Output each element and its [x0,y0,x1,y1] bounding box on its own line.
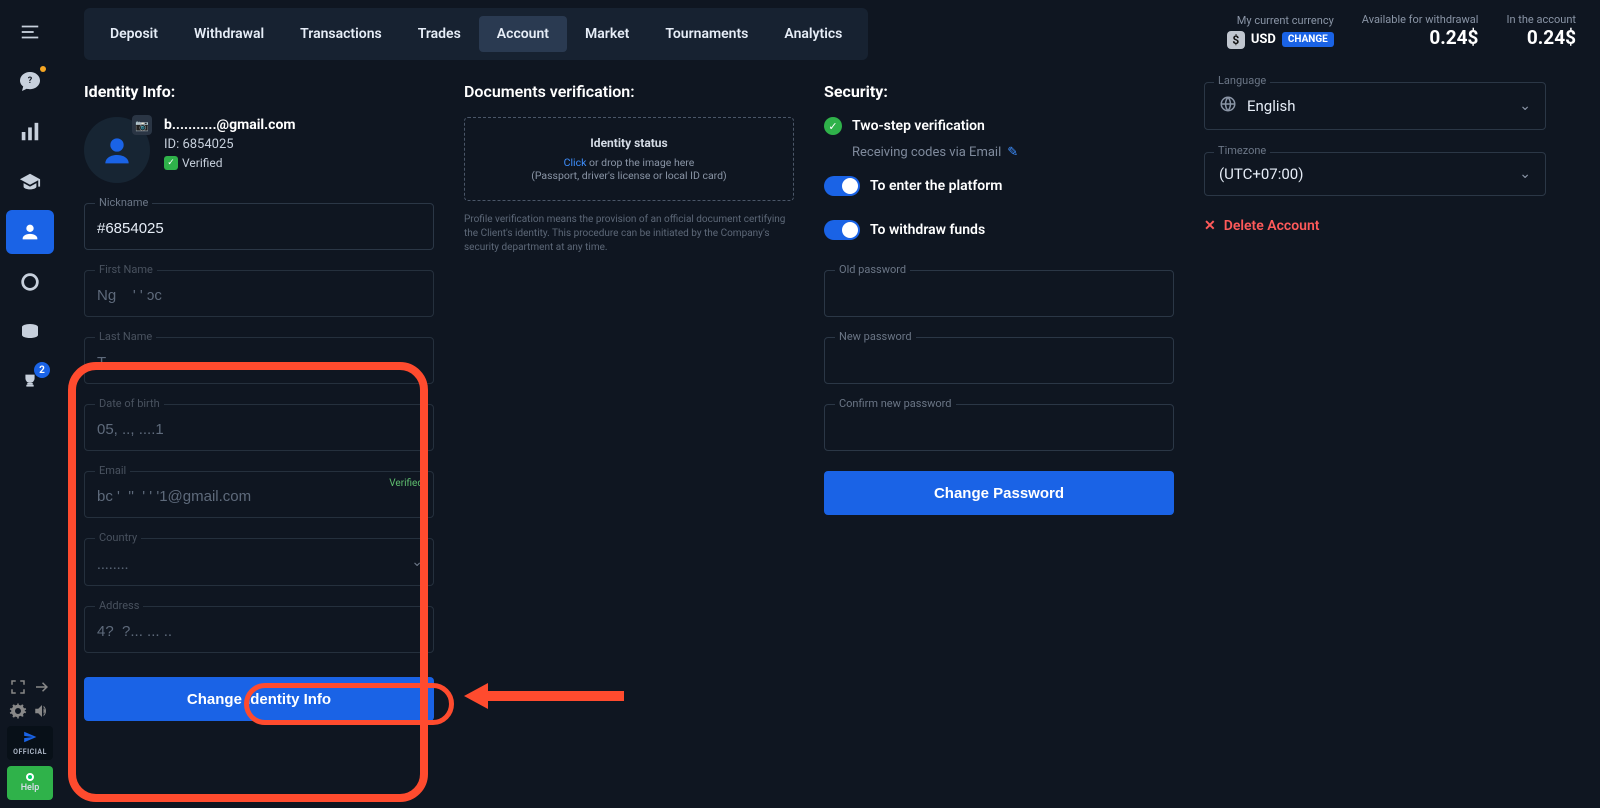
chat-icon[interactable]: ? [6,60,54,104]
docs-title: Documents verification: [464,82,794,101]
tab-analytics[interactable]: Analytics [766,16,860,52]
identity-column: Identity Info: 📷 b...........@gmail.com … [84,82,464,808]
tab-trades[interactable]: Trades [400,16,479,52]
settings-column: Language English ⌄ Timezone (UTC+07:00) … [1204,82,1576,808]
first-name-field[interactable]: First Name [84,270,434,317]
globe-icon [1219,95,1237,117]
stats-icon[interactable] [6,110,54,154]
new-password-field[interactable]: New password [824,337,1174,384]
official-badge[interactable]: OFFICIAL [7,726,53,760]
svg-text:?: ? [28,76,33,86]
arrow-right-icon[interactable] [33,678,51,696]
tab-withdrawal[interactable]: Withdrawal [176,16,282,52]
camera-icon[interactable]: 📷 [132,115,152,135]
tab-account[interactable]: Account [479,16,567,52]
help-badge[interactable]: Help [7,766,53,800]
check-icon: ✓ [824,117,842,135]
nav-tabs: Deposit Withdrawal Transactions Trades A… [84,8,868,60]
dob-field[interactable]: Date of birth [84,404,434,451]
available-balance: Available for withdrawal 0.24$ [1362,13,1479,49]
dollar-icon: $ [1227,31,1245,49]
email-field[interactable]: Email Verified [84,471,434,518]
account-balance: In the account 0.24$ [1506,13,1576,49]
upload-dropzone[interactable]: Identity status Click or drop the image … [464,117,794,201]
annotation-arrow [464,681,624,711]
fullscreen-icon[interactable] [9,678,27,696]
docs-disclaimer: Profile verification means the provision… [464,213,794,255]
address-input[interactable] [85,613,433,652]
tab-market[interactable]: Market [567,16,647,52]
finance-icon[interactable] [6,310,54,354]
old-password-input[interactable] [825,277,1173,316]
change-password-button[interactable]: Change Password [824,471,1174,515]
donut-icon[interactable] [6,260,54,304]
old-password-field[interactable]: Old password [824,270,1174,317]
tab-transactions[interactable]: Transactions [282,16,400,52]
twostep-sub: Receiving codes via Email ✎ [852,145,1174,160]
education-icon[interactable] [6,160,54,204]
topbar: Deposit Withdrawal Transactions Trades A… [60,0,1600,62]
new-password-input[interactable] [825,344,1173,383]
chevron-down-icon: ⌄ [1519,98,1531,114]
chevron-down-icon: ⌄ [1519,166,1531,182]
timezone-select[interactable]: Timezone (UTC+07:00) ⌄ [1204,152,1546,196]
confirm-password-input[interactable] [825,411,1173,450]
first-name-input[interactable] [85,277,433,316]
country-field[interactable]: Country ........ ⌄ [84,538,434,586]
chevron-down-icon: ⌄ [411,554,423,570]
edit-icon[interactable]: ✎ [1007,145,1018,160]
delete-account-button[interactable]: ✕ Delete Account [1204,218,1546,234]
dob-input[interactable] [85,411,433,450]
sound-icon[interactable] [33,702,51,720]
verified-badge: ✓Verified [164,156,296,170]
tab-deposit[interactable]: Deposit [92,16,176,52]
nickname-input[interactable] [85,210,433,249]
close-icon: ✕ [1204,218,1216,234]
gear-icon[interactable] [9,702,27,720]
security-title: Security: [824,82,1174,101]
change-currency-button[interactable]: CHANGE [1282,32,1334,47]
menu-icon[interactable] [6,10,54,54]
trophy-icon[interactable]: 2 [6,360,54,404]
trophy-badge: 2 [34,362,50,378]
last-name-input[interactable] [85,344,433,383]
language-select[interactable]: Language English ⌄ [1204,82,1546,130]
currency-block: My current currency $ USD CHANGE [1227,14,1334,49]
tab-tournaments[interactable]: Tournaments [647,16,766,52]
address-field[interactable]: Address [84,606,434,653]
security-column: Security: ✓ Two-step verification Receiv… [824,82,1204,808]
email-input[interactable] [85,478,433,517]
account-icon[interactable] [6,210,54,254]
left-sidebar: ? 2 OFFICIAL Help [0,0,60,808]
withdraw-toggle[interactable] [824,220,860,240]
identity-title: Identity Info: [84,82,434,101]
platform-toggle[interactable] [824,176,860,196]
change-identity-button[interactable]: Change Identity Info [84,677,434,721]
last-name-field[interactable]: Last Name [84,337,434,384]
nickname-field[interactable]: Nickname [84,203,434,250]
user-email: b...........@gmail.com [164,117,296,133]
click-link[interactable]: Click [564,156,587,169]
confirm-password-field[interactable]: Confirm new password [824,404,1174,451]
user-id: ID: 6854025 [164,137,296,152]
avatar[interactable]: 📷 [84,117,150,183]
